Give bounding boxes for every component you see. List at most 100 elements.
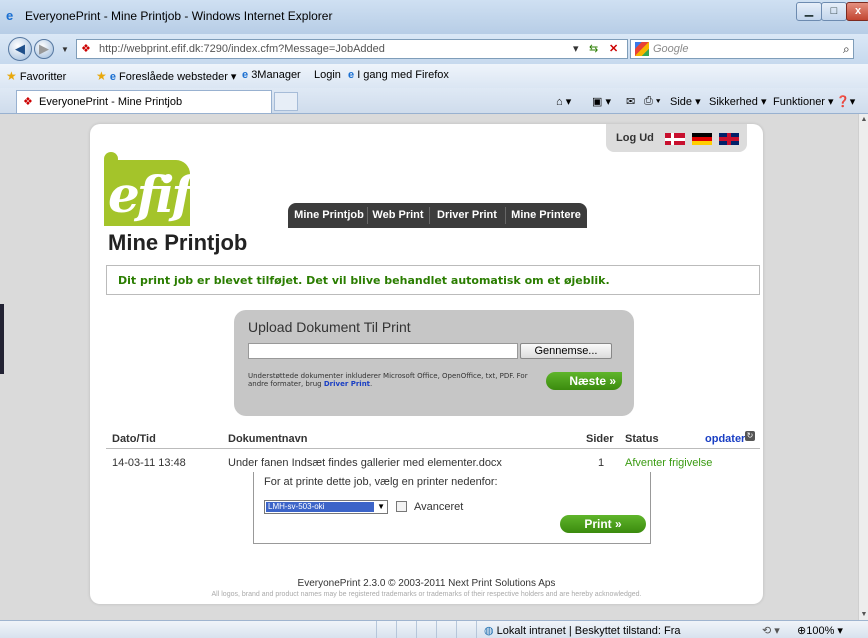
logo-dot	[104, 152, 118, 166]
fav-label: I gang med Firefox	[357, 69, 449, 81]
browser-tab-active[interactable]: ❖ EveryonePrint - Mine Printjob	[16, 90, 272, 113]
stop-icon[interactable]: ✕	[609, 42, 618, 55]
logout-link[interactable]: Log Ud	[616, 132, 654, 144]
help-icon[interactable]: ❓▾	[836, 95, 855, 108]
refresh-icon[interactable]: ↻	[745, 431, 755, 441]
advanced-checkbox[interactable]	[396, 501, 407, 512]
tab-web-print[interactable]: Web Print	[369, 203, 427, 228]
safety-menu[interactable]: Sikkerhed ▾	[709, 95, 767, 108]
tab-mine-printere[interactable]: Mine Printere	[507, 203, 585, 228]
history-dropdown-icon[interactable]: ▼	[61, 45, 69, 54]
driver-print-link[interactable]: Driver Print	[324, 380, 370, 388]
upload-title: Upload Dokument Til Print	[248, 319, 411, 335]
printer-selected: LMH-sv-503-oki	[266, 502, 374, 512]
favorite-link-3manager[interactable]: e 3Manager	[242, 69, 301, 81]
page-menu[interactable]: Side ▾	[670, 95, 701, 108]
main-nav: Mine Printjob Web Print Driver Print Min…	[288, 203, 587, 228]
favorites-button[interactable]: ★ Favoritter	[6, 69, 66, 83]
suggested-sites-button[interactable]: ★ e Foreslåede websteder ▾	[96, 69, 236, 83]
favorite-link-firefox[interactable]: e I gang med Firefox	[348, 69, 449, 81]
back-button[interactable]: ◀	[8, 37, 32, 61]
page-card: Log Ud efif Mine Printjob Web Print Driv…	[90, 124, 763, 604]
refresh-link[interactable]: opdater	[705, 433, 745, 445]
header-date: Dato/Tid	[112, 433, 156, 445]
url-input[interactable]: ❖ http://webprint.efif.dk:7290/index.cfm…	[76, 39, 628, 59]
next-button[interactable]: Næste »	[546, 372, 622, 390]
browse-button[interactable]: Gennemse...	[520, 343, 612, 359]
fav-label: 3Manager	[251, 69, 301, 81]
zone-text: Lokalt intranet | Beskyttet tilstand: Fr…	[496, 625, 681, 637]
footer-trademark: All logos, brand and product names may b…	[211, 591, 642, 598]
maximize-button[interactable]: □	[821, 2, 847, 21]
close-button[interactable]: x	[846, 2, 868, 21]
status-divider	[476, 621, 477, 638]
supported-formats-text: Understøttede dokumenter inkluderer Micr…	[248, 372, 528, 388]
search-placeholder: Google	[653, 43, 689, 55]
home-icon[interactable]: ⌂ ▾	[556, 95, 571, 108]
print-icon[interactable]: ⎙ ▾	[644, 95, 660, 108]
ie-icon: e	[6, 8, 14, 23]
tab-driver-print[interactable]: Driver Print	[431, 203, 503, 228]
favorite-link-login[interactable]: Login	[314, 69, 341, 81]
status-divider	[436, 621, 437, 638]
vertical-scrollbar[interactable]: ▲ ▼	[858, 114, 868, 620]
header-status: Status	[625, 433, 659, 445]
print-prompt: For at printe dette job, vælg en printer…	[264, 476, 498, 488]
status-divider	[456, 621, 457, 638]
feeds-icon[interactable]: ▣ ▾	[592, 95, 611, 108]
fav-label: Login	[314, 69, 341, 81]
logo-text: efif	[108, 165, 193, 224]
print-options-box: For at printe dette job, vælg en printer…	[253, 472, 651, 544]
nav-divider	[429, 207, 430, 224]
file-path-input[interactable]	[248, 343, 518, 359]
suggested-label: Foreslåede websteder ▾	[119, 71, 237, 83]
new-tab-button[interactable]	[274, 92, 298, 111]
forward-button[interactable]: ▶	[34, 39, 54, 59]
search-icon[interactable]: ⌕	[843, 42, 850, 57]
danish-flag-icon[interactable]	[665, 133, 685, 145]
zoom-icon: ⊕	[797, 625, 807, 637]
url-dropdown-icon[interactable]: ▾	[573, 42, 579, 55]
printer-select[interactable]: LMH-sv-503-oki ▼	[264, 500, 388, 514]
site-icon: ❖	[23, 96, 33, 108]
tools-menu[interactable]: Funktioner ▾	[773, 95, 834, 108]
tab-label: EveryonePrint - Mine Printjob	[39, 96, 183, 108]
job-pages: 1	[598, 457, 605, 469]
minimize-button[interactable]: ▁	[796, 2, 822, 21]
message-text: Dit print job er blevet tilføjet. Det vi…	[118, 274, 610, 287]
uk-flag-icon[interactable]	[719, 133, 739, 145]
security-zone[interactable]: ◍ Lokalt intranet | Beskyttet tilstand: …	[484, 624, 681, 637]
site-icon: ❖	[81, 43, 91, 55]
ie-icon: e	[109, 71, 116, 83]
header-pages: Sider	[586, 433, 614, 445]
status-divider	[376, 621, 377, 638]
scroll-down-icon[interactable]: ▼	[859, 611, 868, 618]
url-text: http://webprint.efif.dk:7290/index.cfm?M…	[99, 43, 385, 55]
top-links: Log Ud	[606, 124, 747, 152]
favorites-label: Favoritter	[19, 71, 67, 83]
mail-icon[interactable]: ✉	[626, 95, 635, 108]
efif-logo: efif	[104, 152, 194, 228]
star-icon: ★	[6, 69, 17, 83]
job-date: 14-03-11 13:48	[112, 457, 186, 469]
nav-divider	[367, 207, 368, 224]
protected-mode-icon[interactable]: ⟲ ▾	[762, 624, 780, 637]
add-favorite-icon: ★	[96, 69, 107, 83]
supported-text: Understøttede dokumenter inkluderer Micr…	[248, 372, 528, 388]
upload-panel: Upload Dokument Til Print Gennemse... Un…	[234, 310, 634, 416]
zoom-level: 100%	[806, 625, 835, 637]
page-title: Mine Printjob	[108, 230, 248, 255]
german-flag-icon[interactable]	[692, 133, 712, 145]
scroll-up-icon[interactable]: ▲	[859, 116, 868, 123]
print-button[interactable]: Print »	[560, 515, 646, 533]
job-document: Under fanen Indsæt findes gallerier med …	[228, 457, 502, 469]
zoom-control[interactable]: ⊕100% ▾	[797, 624, 843, 637]
header-document: Dokumentnavn	[228, 433, 308, 445]
window-titlebar: e EveryonePrint - Mine Printjob - Window…	[0, 0, 868, 34]
tab-mine-printjob[interactable]: Mine Printjob	[293, 203, 365, 228]
search-input[interactable]: Google	[630, 39, 854, 59]
tab-bar: ❖ EveryonePrint - Mine Printjob ⌂ ▾ ▣ ▾ …	[0, 88, 868, 114]
address-bar: ◀ ▶ ▼ ❖ http://webprint.efif.dk:7290/ind…	[0, 34, 868, 64]
advanced-label: Avanceret	[414, 501, 464, 513]
refresh-icon[interactable]: ⇆	[589, 42, 598, 55]
